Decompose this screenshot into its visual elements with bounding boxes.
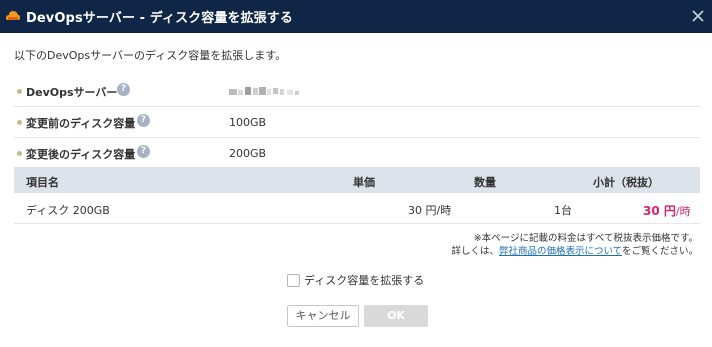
header-subtotal: 小計（税抜） xyxy=(593,176,659,189)
intro-text: 以下のDevOpsサーバーのディスク容量を拡張します。 xyxy=(14,49,287,62)
orange-cloud-icon xyxy=(6,11,20,20)
header-item: 項目名 xyxy=(26,176,59,189)
dialog-title: DevOpsサーバー - ディスク容量を拡張する xyxy=(26,11,293,26)
row-quantity: 1台 xyxy=(554,204,572,217)
confirm-checkbox-row[interactable]: ディスク容量を拡張する xyxy=(287,272,424,288)
after-capacity-label: 変更後のディスク容量 xyxy=(26,148,136,161)
row-subtotal: 30 円/時 xyxy=(643,202,691,219)
before-capacity-value: 100GB xyxy=(229,116,267,129)
details-suffix: をご覧ください。 xyxy=(621,246,698,257)
subtotal-unit: /時 xyxy=(675,205,691,218)
price-table: 項目名 単価 数量 小計（税抜） ディスク 200GB 30 円/時 1台 30… xyxy=(14,167,700,224)
server-row: DevOpsサーバー ? xyxy=(14,76,700,107)
before-capacity-row: 変更前のディスク容量 ? 100GB xyxy=(14,107,700,138)
pricing-link[interactable]: 弊社商品の価格表示について xyxy=(499,246,622,257)
after-capacity-row: 変更後のディスク容量 ? 200GB xyxy=(14,138,700,169)
help-icon[interactable]: ? xyxy=(117,83,130,96)
header-unit-price: 単価 xyxy=(353,176,375,189)
help-icon[interactable]: ? xyxy=(137,114,150,127)
bullet-dot xyxy=(17,120,22,125)
before-capacity-label: 変更前のディスク容量 xyxy=(26,117,136,130)
ok-button[interactable]: OK xyxy=(364,305,428,327)
help-icon[interactable]: ? xyxy=(137,145,150,158)
masked-server-name xyxy=(229,87,299,95)
details-prefix: 詳しくは、 xyxy=(451,246,499,257)
subtotal-amount: 30 円 xyxy=(643,204,676,218)
table-header: 項目名 単価 数量 小計（税抜） xyxy=(14,167,700,193)
table-row: ディスク 200GB 30 円/時 1台 30 円/時 xyxy=(14,193,700,224)
cancel-button[interactable]: キャンセル xyxy=(287,305,359,327)
close-icon[interactable] xyxy=(688,6,708,26)
bullet-dot xyxy=(17,151,22,156)
after-capacity-value: 200GB xyxy=(229,147,267,160)
tax-note: ※本ページに記載の料金はすべて税抜表示価格です。 xyxy=(473,233,698,244)
confirm-checkbox[interactable] xyxy=(287,273,300,287)
bullet-dot xyxy=(17,89,22,94)
price-notes: ※本ページに記載の料金はすべて税抜表示価格です。 詳しくは、弊社商品の価格表示に… xyxy=(451,232,698,258)
header-quantity: 数量 xyxy=(474,176,496,189)
row-item: ディスク 200GB xyxy=(26,204,110,217)
confirm-checkbox-label[interactable]: ディスク容量を拡張する xyxy=(304,272,424,288)
dialog-titlebar: DevOpsサーバー - ディスク容量を拡張する xyxy=(0,0,712,33)
server-label: DevOpsサーバー xyxy=(26,86,118,99)
details-note: 詳しくは、弊社商品の価格表示についてをご覧ください。 xyxy=(451,245,698,258)
row-unit-price: 30 円/時 xyxy=(408,204,452,217)
